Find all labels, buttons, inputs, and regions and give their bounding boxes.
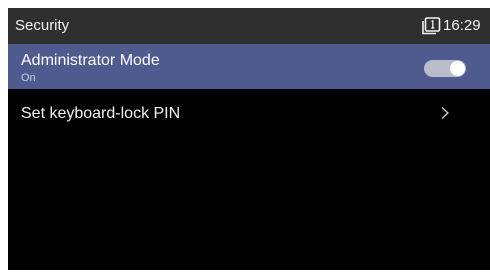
status-indicators: 16:29 <box>421 16 481 36</box>
toggle-knob <box>450 61 465 76</box>
sim-card-1-icon <box>422 17 441 35</box>
page-title: Security <box>15 17 70 34</box>
settings-item-label: Set keyboard-lock PIN <box>21 105 181 122</box>
status-bar: Security 16:29 <box>8 8 490 44</box>
settings-item-label: Administrator Mode <box>21 52 160 69</box>
settings-item-status: On <box>21 72 36 84</box>
chevron-right-icon <box>441 107 449 119</box>
device-screen: Security 16:29 Administrator Mode On Set… <box>8 8 490 270</box>
settings-item-administrator-mode[interactable]: Administrator Mode On <box>8 44 490 89</box>
clock: 16:29 <box>443 17 481 34</box>
administrator-mode-toggle[interactable] <box>424 60 466 77</box>
settings-item-keyboard-lock-pin[interactable]: Set keyboard-lock PIN <box>8 89 490 135</box>
